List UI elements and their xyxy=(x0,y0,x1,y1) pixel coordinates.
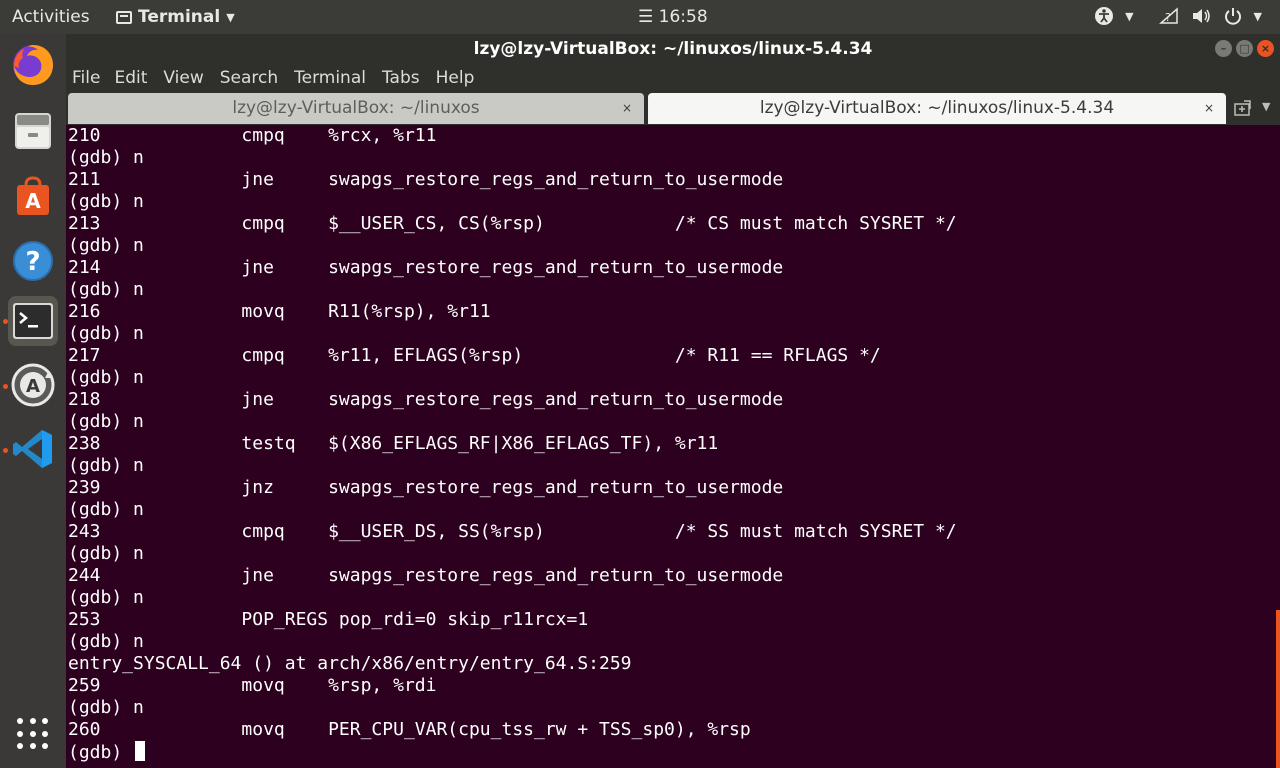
app-menu-label: Terminal xyxy=(138,7,221,27)
tab-linux-5-4-34[interactable]: lzy@lzy-VirtualBox: ~/linuxos/linux-5.4.… xyxy=(648,93,1226,124)
tab-label: lzy@lzy-VirtualBox: ~/linuxos xyxy=(232,98,480,118)
show-applications-button[interactable] xyxy=(17,718,49,750)
menu-help[interactable]: Help xyxy=(436,68,483,88)
dock-firefox[interactable] xyxy=(8,40,58,90)
terminal-window: lzy@lzy-VirtualBox: ~/linuxos/linux-5.4.… xyxy=(66,34,1280,768)
terminal-line: 238 testq $(X86_EFLAGS_RF|X86_EFLAGS_TF)… xyxy=(68,433,719,454)
menu-terminal[interactable]: Terminal xyxy=(294,68,374,88)
terminal-line: 210 cmpq %rcx, %r11 xyxy=(68,125,437,146)
tabs-menu-chevron-icon[interactable]: ▼ xyxy=(1262,100,1270,113)
terminal-line: (gdb) n xyxy=(68,631,144,652)
clock[interactable]: ☰ 16:58 xyxy=(638,7,708,27)
terminal-line: 260 movq PER_CPU_VAR(cpu_tss_rw + TSS_sp… xyxy=(68,719,751,740)
dock-vscode[interactable] xyxy=(8,424,58,474)
terminal-line: (gdb) n xyxy=(68,411,144,432)
volume-icon[interactable] xyxy=(1190,5,1212,27)
tab-close-icon[interactable]: × xyxy=(622,93,632,123)
tab-bar: lzy@lzy-VirtualBox: ~/linuxos × lzy@lzy-… xyxy=(66,92,1280,125)
notification-icon: ☰ xyxy=(638,7,654,27)
dock-terminal[interactable] xyxy=(8,296,58,346)
svg-text:A: A xyxy=(26,376,40,397)
clock-time: 16:58 xyxy=(658,7,708,27)
activities-button[interactable]: Activities xyxy=(12,7,90,27)
terminal-line: (gdb) n xyxy=(68,323,144,344)
tab-close-icon[interactable]: × xyxy=(1204,93,1214,123)
svg-text:?: ? xyxy=(1165,11,1171,24)
terminal-line: 218 jne swapgs_restore_regs_and_return_t… xyxy=(68,389,784,410)
accessibility-icon[interactable] xyxy=(1093,5,1115,27)
top-bar: Activities Terminal ▼ ☰ 16:58 ▼ ? ▼ xyxy=(0,0,1280,34)
terminal-line: 253 POP_REGS pop_rdi=0 skip_r11rcx=1 xyxy=(68,609,589,630)
terminal-lines: 210 cmpq %rcx, %r11 (gdb) n 211 jne swapgs… xyxy=(68,125,1280,741)
terminal-line: entry_SYSCALL_64 () at arch/x86/entry/en… xyxy=(68,653,632,674)
terminal-app-icon xyxy=(116,10,132,24)
svg-text:A: A xyxy=(25,189,41,213)
window-controls: – □ × xyxy=(1215,40,1274,57)
dock-ubuntu-software[interactable]: A xyxy=(8,172,58,222)
terminal-line: 259 movq %rsp, %rdi xyxy=(68,675,437,696)
terminal-line: 244 jne swapgs_restore_regs_and_return_t… xyxy=(68,565,784,586)
network-icon[interactable]: ? xyxy=(1158,5,1180,27)
terminal-line: 213 cmpq $__USER_CS, CS(%rsp) /* CS must… xyxy=(68,213,957,234)
dock: A ? A xyxy=(0,34,66,768)
accessibility-menu-chevron-icon[interactable]: ▼ xyxy=(1125,10,1133,23)
terminal-line: 217 cmpq %r11, EFLAGS(%rsp) /* R11 == RF… xyxy=(68,345,881,366)
firefox-icon xyxy=(13,45,53,85)
app-menu[interactable]: Terminal ▼ xyxy=(116,7,235,27)
menu-file[interactable]: File xyxy=(72,68,108,88)
terminal-icon xyxy=(13,303,53,339)
software-store-icon: A xyxy=(17,176,49,215)
system-menu-chevron-icon[interactable]: ▼ xyxy=(1254,10,1262,23)
terminal-prompt-line: (gdb) xyxy=(68,741,1280,763)
terminal-line: 214 jne swapgs_restore_regs_and_return_t… xyxy=(68,257,784,278)
files-icon xyxy=(15,113,51,149)
gdb-prompt: (gdb) xyxy=(68,742,134,763)
minimize-button[interactable]: – xyxy=(1215,40,1232,57)
svg-text:?: ? xyxy=(25,247,40,277)
close-button[interactable]: × xyxy=(1257,40,1274,57)
vscode-icon xyxy=(13,430,52,468)
terminal-line: (gdb) n xyxy=(68,455,144,476)
terminal-line: 239 jnz swapgs_restore_regs_and_return_t… xyxy=(68,477,784,498)
software-updater-icon: A xyxy=(11,363,55,407)
menu-search[interactable]: Search xyxy=(220,68,286,88)
chevron-down-icon: ▼ xyxy=(226,10,235,24)
window-titlebar[interactable]: lzy@lzy-VirtualBox: ~/linuxos/linux-5.4.… xyxy=(66,34,1280,64)
menu-view[interactable]: View xyxy=(163,68,211,88)
new-tab-icon[interactable] xyxy=(1234,100,1252,116)
system-tray: ▼ ? ▼ xyxy=(1093,5,1262,27)
terminal-line: 216 movq R11(%rsp), %r11 xyxy=(68,301,491,322)
terminal-line: 243 cmpq $__USER_DS, SS(%rsp) /* SS must… xyxy=(68,521,957,542)
terminal-line: (gdb) n xyxy=(68,543,144,564)
menu-tabs[interactable]: Tabs xyxy=(382,68,428,88)
window-title: lzy@lzy-VirtualBox: ~/linuxos/linux-5.4.… xyxy=(473,39,873,59)
terminal-line: 211 jne swapgs_restore_regs_and_return_t… xyxy=(68,169,784,190)
terminal-line: (gdb) n xyxy=(68,367,144,388)
terminal-line: (gdb) n xyxy=(68,499,144,520)
terminal-output[interactable]: 210 cmpq %rcx, %r11 (gdb) n 211 jne swapgs… xyxy=(66,125,1280,768)
power-icon[interactable] xyxy=(1222,5,1244,27)
terminal-line: (gdb) n xyxy=(68,697,144,718)
terminal-line: (gdb) n xyxy=(68,279,144,300)
terminal-line: (gdb) n xyxy=(68,191,144,212)
terminal-line: (gdb) n xyxy=(68,587,144,608)
dock-files[interactable] xyxy=(8,106,58,156)
menu-edit[interactable]: Edit xyxy=(114,68,155,88)
text-cursor xyxy=(135,741,146,761)
tab-linuxos[interactable]: lzy@lzy-VirtualBox: ~/linuxos × xyxy=(68,93,644,124)
dock-help[interactable]: ? xyxy=(8,236,58,286)
dock-software-updater[interactable]: A xyxy=(8,360,58,410)
help-icon: ? xyxy=(13,241,53,281)
terminal-line: (gdb) n xyxy=(68,235,144,256)
terminal-line: (gdb) n xyxy=(68,147,144,168)
tab-label: lzy@lzy-VirtualBox: ~/linuxos/linux-5.4.… xyxy=(759,98,1115,118)
menu-bar: File Edit View Search Terminal Tabs Help xyxy=(66,64,1280,92)
scrollbar[interactable] xyxy=(1276,610,1280,768)
maximize-button[interactable]: □ xyxy=(1236,40,1253,57)
